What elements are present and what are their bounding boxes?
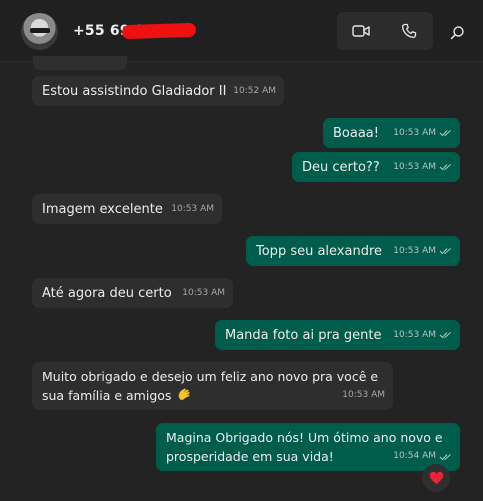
read-ticks-icon: [439, 453, 452, 461]
message-meta: 10:53 AM: [393, 123, 452, 143]
heart-icon: [429, 471, 443, 484]
message-text-line-1: Muito obrigado e desejo um feliz ano nov…: [42, 369, 379, 384]
search-button[interactable]: [444, 19, 470, 45]
message-text: Imagem excelente: [42, 202, 163, 217]
message-text-line-2-row: sua família e amigos: [42, 386, 383, 405]
message-time: 10:54 AM: [393, 451, 436, 461]
message-text: Topp seu alexandre: [256, 244, 383, 259]
call-buttons-group: [337, 12, 433, 50]
voice-call-button[interactable]: [385, 12, 433, 50]
search-icon: [450, 25, 464, 39]
message-meta: 10:54 AM: [393, 447, 452, 466]
message-bubble-incoming[interactable]: Até agora deu certo 10:53 AM: [32, 278, 233, 308]
video-camera-icon: [352, 25, 370, 37]
read-ticks-icon: [439, 129, 452, 137]
message-bubble-incoming[interactable]: Imagem excelente 10:53 AM: [32, 194, 222, 224]
message-meta: 10:53 AM: [342, 386, 385, 405]
message-meta: 10:53 AM: [171, 199, 214, 219]
phone-icon: [401, 23, 417, 39]
message-text: Até agora deu certo: [42, 286, 172, 301]
message-meta: 10:53 AM: [393, 157, 452, 177]
message-bubble-outgoing[interactable]: Magina Obrigado nós! Um ótimo ano novo e…: [156, 423, 460, 471]
message-bubble-incoming[interactable]: Estou assistindo Gladiador II 10:52 AM: [32, 76, 284, 106]
read-ticks-icon: [439, 163, 452, 171]
message-time: 10:53 AM: [182, 288, 225, 298]
message-time: 10:52 AM: [233, 86, 276, 96]
message-bubble-outgoing[interactable]: Boaaa! 10:53 AM: [323, 118, 460, 148]
chat-window: +55 69 9 Estou assistindo Gladiador II 1…: [0, 0, 483, 501]
message-meta: 10:53 AM: [393, 325, 452, 345]
message-text: Deu certo??: [302, 160, 380, 175]
message-bubble-incoming[interactable]: Muito obrigado e desejo um feliz ano nov…: [32, 362, 393, 410]
avatar-glasses-shape: [30, 28, 50, 33]
message-text-line-2: sua família e amigos: [42, 388, 172, 403]
message-text: Estou assistindo Gladiador II: [42, 84, 227, 99]
previous-message-edge: [33, 56, 127, 70]
video-call-button[interactable]: [337, 12, 385, 50]
message-bubble-outgoing[interactable]: Manda foto ai pra gente 10:53 AM: [215, 320, 460, 350]
message-time: 10:53 AM: [342, 390, 385, 400]
read-ticks-icon: [439, 247, 452, 255]
message-text: Manda foto ai pra gente: [225, 328, 382, 343]
message-text: Boaaa!: [333, 126, 379, 141]
message-meta: 10:53 AM: [393, 241, 452, 261]
chat-header: +55 69 9: [0, 0, 483, 62]
redaction-mark: [121, 22, 197, 40]
message-text-line-1: Magina Obrigado nós! Um ótimo ano novo e: [166, 430, 443, 445]
message-time: 10:53 AM: [171, 204, 214, 214]
read-ticks-icon: [439, 331, 452, 339]
message-time: 10:53 AM: [393, 246, 436, 256]
message-meta: 10:52 AM: [233, 81, 276, 101]
clapping-hands-icon: [179, 388, 191, 401]
contact-avatar[interactable]: [21, 13, 58, 50]
message-bubble-outgoing[interactable]: Topp seu alexandre 10:53 AM: [246, 236, 460, 266]
message-time: 10:53 AM: [393, 162, 436, 172]
message-meta: 10:53 AM: [182, 283, 225, 303]
message-bubble-outgoing[interactable]: Deu certo?? 10:53 AM: [292, 152, 460, 182]
message-reaction[interactable]: [422, 464, 450, 492]
message-time: 10:53 AM: [393, 330, 436, 340]
message-time: 10:53 AM: [393, 128, 436, 138]
